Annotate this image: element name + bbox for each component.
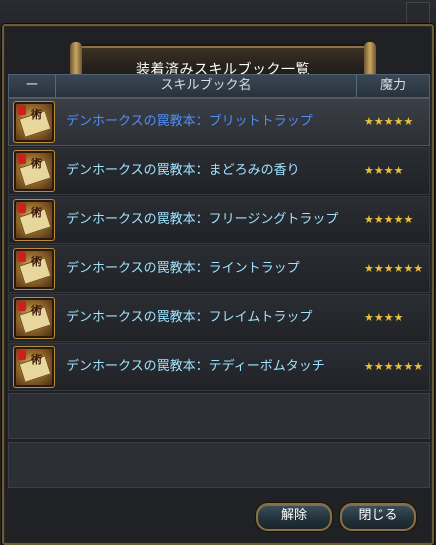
power-stars: ★★★★ [364,164,404,177]
column-header-dash[interactable]: ー [9,75,56,97]
skillbook-icon: 術 [13,297,55,339]
skillbook-row-6[interactable]: 術 デンホークスの罠教本：テディーボムタッチ ★★★★★★ [8,343,430,391]
power-stars: ★★★★ [364,311,404,324]
skillbook-name: デンホークスの罠教本：テディーボムタッチ [66,359,325,374]
skillbook-row-5[interactable]: 術 デンホークスの罠教本：フレイムトラップ ★★★★ [8,294,430,342]
skillbook-name: デンホークスの罠教本：まどろみの香り [66,163,300,178]
list-header: ー スキルブック名 魔力 [8,74,430,98]
skillbook-row-2[interactable]: 術 デンホークスの罠教本：まどろみの香り ★★★★ [8,147,430,195]
column-header-name[interactable]: スキルブック名 [56,75,357,97]
power-stars: ★★★★★★ [364,360,424,373]
skillbook-name: デンホークスの罠教本：フリージングトラップ [66,212,339,227]
release-button[interactable]: 解除 [256,503,332,531]
empty-slot-1 [8,393,430,439]
skillbook-row-3[interactable]: 術 デンホークスの罠教本：フリージングトラップ ★★★★★ [8,196,430,244]
skillbook-row-1[interactable]: 術 デンホークスの罠教本：ブリットトラップ ★★★★★ [8,98,430,146]
power-stars: ★★★★★ [364,115,414,128]
skillbook-row-4[interactable]: 術 デンホークスの罠教本：ライントラップ ★★★★★★ [8,245,430,293]
power-stars: ★★★★★ [364,213,414,226]
empty-slot-2 [8,442,430,488]
skillbook-name: デンホークスの罠教本：ブリットトラップ [66,114,313,129]
skillbook-icon: 術 [13,199,55,241]
skillbook-icon: 術 [13,346,55,388]
skillbook-icon: 術 [13,150,55,192]
close-button[interactable]: 閉じる [340,503,416,531]
power-stars: ★★★★★★ [364,262,424,275]
skillbook-icon: 術 [13,248,55,290]
skillbook-icon: 術 [13,101,55,143]
skillbook-name: デンホークスの罠教本：フレイムトラップ [66,310,313,325]
column-header-power[interactable]: 魔力 [357,75,429,97]
skillbook-name: デンホークスの罠教本：ライントラップ [66,261,300,276]
background-close-button [406,2,430,26]
